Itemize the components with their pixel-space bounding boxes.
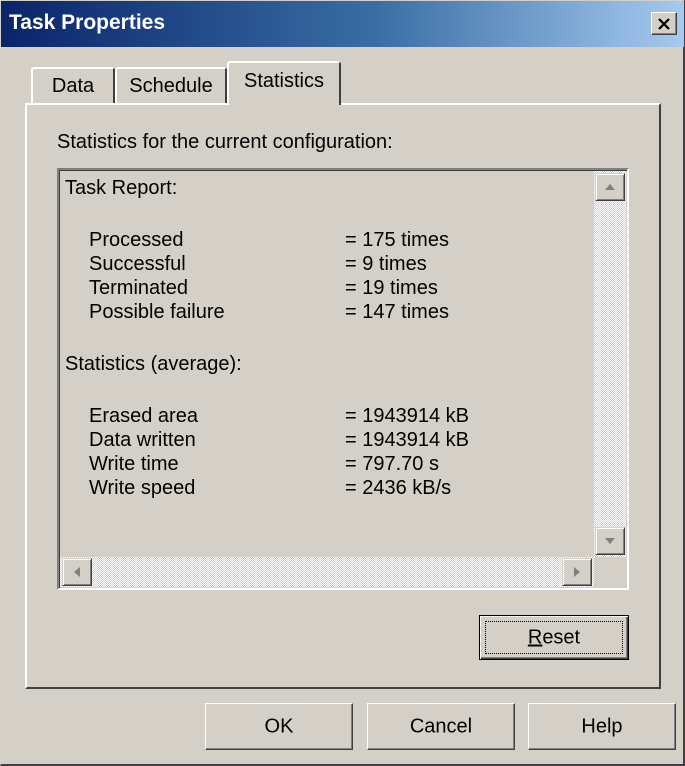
window-title: Task Properties <box>9 11 166 34</box>
stat-value: = 9 times <box>345 253 427 275</box>
cancel-button-label: Cancel <box>409 715 473 737</box>
stat-value: = 797.70 s <box>345 453 439 475</box>
statistics-listbox-viewport: Task Report: Processed = 175 times Succe… <box>59 170 627 588</box>
statistics-listbox[interactable]: Task Report: Processed = 175 times Succe… <box>57 168 629 590</box>
scroll-down-button[interactable] <box>595 527 625 555</box>
tab-data[interactable]: Data <box>31 67 115 105</box>
arrow-up-icon <box>605 184 615 190</box>
average-heading: Statistics (average): <box>65 353 242 375</box>
scroll-left-button[interactable] <box>62 558 92 586</box>
stat-value: = 2436 kB/s <box>345 477 452 499</box>
tab-statistics[interactable]: Statistics <box>227 61 341 105</box>
close-button[interactable] <box>651 12 677 35</box>
statistics-caption: Statistics for the current configuration… <box>57 131 393 153</box>
help-button[interactable]: Help <box>528 703 676 750</box>
arrow-right-icon <box>574 567 580 577</box>
tab-statistics-label: Statistics <box>243 70 325 92</box>
cancel-button[interactable]: Cancel <box>367 703 515 750</box>
reset-button[interactable]: Reset <box>479 615 629 660</box>
arrow-left-icon <box>74 567 80 577</box>
ok-button-label: OK <box>264 715 294 737</box>
vertical-scrollbar[interactable] <box>594 171 626 557</box>
stat-value: = 1943914 kB <box>345 405 469 427</box>
title-bar[interactable]: Task Properties <box>1 1 684 47</box>
tab-schedule-label: Schedule <box>129 75 213 97</box>
stat-label: Processed <box>89 229 184 251</box>
stat-label: Terminated <box>89 277 188 299</box>
task-properties-dialog: Task Properties Data Schedule Statistics… <box>0 0 685 766</box>
stat-label: Successful <box>89 253 186 275</box>
close-x-icon <box>658 17 670 30</box>
scroll-right-button[interactable] <box>562 558 592 586</box>
active-tab-joint <box>229 101 339 105</box>
stat-label: Write speed <box>89 477 196 499</box>
arrow-down-icon <box>605 538 615 544</box>
stat-value: = 147 times <box>345 301 449 323</box>
stat-value: = 1943914 kB <box>345 429 469 451</box>
task-report-heading: Task Report: <box>65 177 178 199</box>
stat-label: Possible failure <box>89 301 225 323</box>
stat-label: Write time <box>89 453 179 475</box>
stat-value: = 19 times <box>345 277 438 299</box>
stat-label: Erased area <box>89 405 198 427</box>
scrollbar-corner <box>594 557 626 587</box>
tab-schedule[interactable]: Schedule <box>115 67 227 105</box>
help-button-label: Help <box>581 715 623 737</box>
stat-label: Data written <box>89 429 196 451</box>
stat-value: = 175 times <box>345 229 449 251</box>
reset-button-label: Reset <box>527 626 581 648</box>
horizontal-scrollbar[interactable] <box>60 557 594 587</box>
scroll-up-button[interactable] <box>595 173 625 201</box>
ok-button[interactable]: OK <box>205 703 353 750</box>
tab-data-label: Data <box>51 75 95 97</box>
